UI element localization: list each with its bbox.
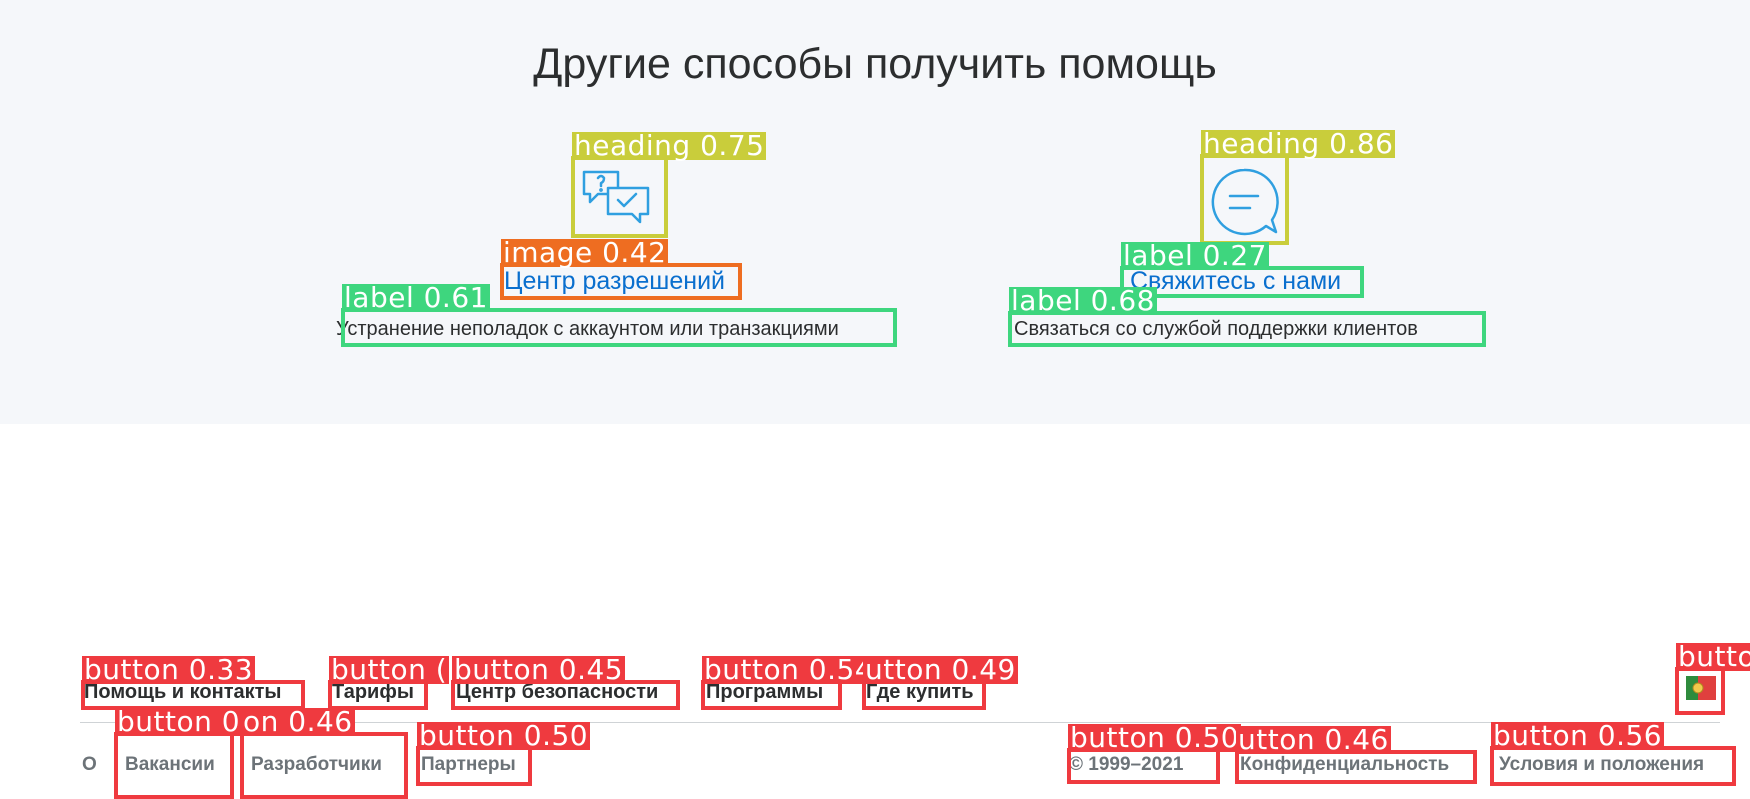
annotation-heading-1: heading 0.75	[571, 132, 767, 238]
annotation-heading-2: heading 0.86	[1200, 130, 1396, 245]
annotation-btn-where: utton 0.49	[862, 656, 1018, 710]
annotation-tag: button 0.56	[1491, 719, 1665, 752]
annotation-btn-copyright: button 0.50	[1067, 724, 1242, 784]
annotation-image-1: image 0.42	[500, 239, 742, 300]
annotation-tag: image 0.42	[501, 236, 669, 269]
annotation-btn-security: button 0.45	[451, 656, 680, 710]
help-section: Другие способы получить помощь Центр раз…	[0, 0, 1750, 424]
annotation-tag: butto	[1676, 643, 1750, 671]
annotation-label-desc-1: label 0.61	[341, 284, 897, 347]
annotation-btn-devs: on 0.46	[240, 708, 408, 799]
annotation-tag: label 0.27	[1121, 239, 1269, 272]
annotation-tag: utton 0.49	[863, 653, 1018, 686]
annotation-tag: utton 0.46	[1236, 723, 1391, 756]
section-title: Другие способы получить помощь	[533, 40, 1217, 88]
annotation-btn-partners: button 0.50	[416, 722, 591, 786]
annotation-btn-privacy: utton 0.46	[1235, 726, 1477, 784]
annotation-btn-flag: butto	[1675, 643, 1750, 715]
annotation-tag: button 0.50	[417, 719, 591, 752]
annotation-tag: on 0.46	[241, 705, 355, 738]
annotation-tag: heading 0.86	[1201, 127, 1396, 160]
annotation-btn-jobs: button 0.58	[114, 708, 289, 799]
annotation-tag: button 0.33	[82, 653, 256, 686]
annotation-tag: button 0.54	[702, 653, 876, 686]
annotation-btn-terms: button 0.56	[1490, 722, 1736, 786]
annotation-btn-programs: button 0.54	[701, 656, 876, 710]
annotation-tag: label 0.68	[1009, 284, 1157, 317]
annotation-tag: button 0.50	[1068, 721, 1242, 754]
annotation-tag: button (	[329, 653, 450, 686]
footer-cut-link[interactable]: О	[82, 754, 97, 776]
annotation-tag: heading 0.75	[572, 129, 767, 162]
annotation-label-desc-2: label 0.68	[1008, 287, 1486, 347]
annotation-tag: label 0.61	[342, 281, 490, 314]
annotation-tag: button 0.45	[452, 653, 626, 686]
